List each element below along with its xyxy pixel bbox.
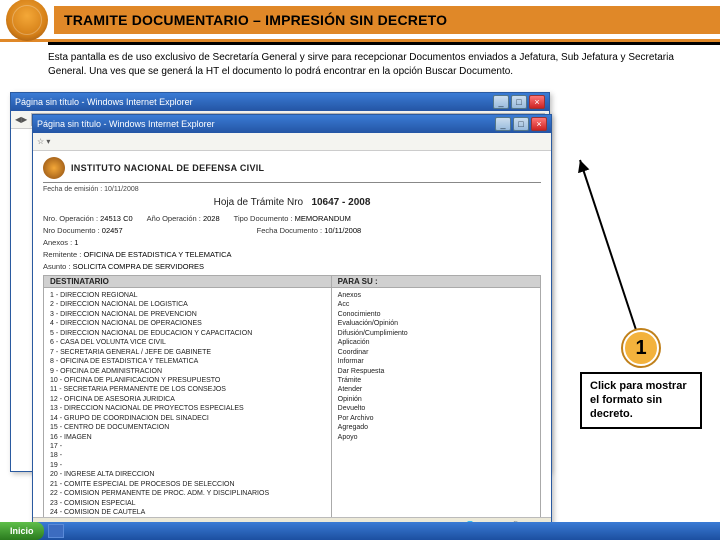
fdoc-value: 10/11/2008 <box>324 226 361 235</box>
ie-front-titlebar: Página sin título - Windows Internet Exp… <box>33 115 551 133</box>
dest-right-item: Devuelto <box>338 404 534 413</box>
op-value: 24513 C0 <box>100 214 133 223</box>
maximize-button[interactable]: □ <box>511 95 527 109</box>
dest-header-right: PARA SU : <box>332 276 384 287</box>
dest-right-item: Trámite <box>338 376 534 385</box>
fecha-emision-value: 10/11/2008 <box>104 186 139 193</box>
institution-logo-icon <box>43 157 65 179</box>
dest-left-item: 10 - OFICINA DE PLANIFICACION Y PRESUPUE… <box>50 376 325 385</box>
dest-left-item: 12 - OFICINA DE ASESORIA JURIDICA <box>50 395 325 404</box>
institution-title: INSTITUTO NACIONAL DE DEFENSA CIVIL <box>71 163 264 173</box>
anexos-label: Anexos : <box>43 238 72 247</box>
stage: Página sin título - Windows Internet Exp… <box>0 92 720 540</box>
dest-left-item: 5 - DIRECCION NACIONAL DE EDUCACION Y CA… <box>50 329 325 338</box>
hoja-title-pre: Hoja de Trámite Nro <box>214 197 303 208</box>
dest-body: 1 - DIRECCION REGIONAL2 - DIRECCION NACI… <box>43 288 541 533</box>
ie-back-titlebar: Página sin título - Windows Internet Exp… <box>11 93 549 111</box>
dest-right-item: Coordinar <box>338 348 534 357</box>
remitente-value: OFICINA DE ESTADISTICA Y TELEMATICA <box>83 250 231 259</box>
dest-left-item: 23 - COMISION ESPECIAL <box>50 499 325 508</box>
dest-right-item: Informar <box>338 357 534 366</box>
fdoc-label: Fecha Documento : <box>257 226 322 235</box>
dest-left-item: 22 - COMISION PERMANENTE DE PROC. ADM. Y… <box>50 489 325 498</box>
dest-right-item: Acc <box>338 300 534 309</box>
dest-left-item: 9 - OFICINA DE ADMINISTRACION <box>50 367 325 376</box>
dest-right-item: Aplicación <box>338 338 534 347</box>
dest-right-item: Atender <box>338 385 534 394</box>
dest-left-item: 4 - DIRECCION NACIONAL DE OPERACIONES <box>50 319 325 328</box>
callout-text: Click para mostrar el formato sin decret… <box>580 372 702 429</box>
dest-right-item: Evaluación/Opinión <box>338 319 534 328</box>
back-nav-icon[interactable]: ◀▶ <box>15 115 27 124</box>
maximize-button[interactable]: □ <box>513 117 529 131</box>
anexos-value: 1 <box>74 238 78 247</box>
dest-left-item: 13 - DIRECCION NACIONAL DE PROYECTOS ESP… <box>50 404 325 413</box>
dest-left-item: 18 - <box>50 451 325 460</box>
dest-right-item: Agregado <box>338 423 534 432</box>
tipo-label: Tipo Documento : <box>234 214 293 223</box>
start-button[interactable]: Inicio <box>0 522 44 540</box>
dest-right-item: Por Archivo <box>338 414 534 423</box>
dest-left-item: 20 - INGRESE ALTA DIRECCION <box>50 470 325 479</box>
dest-left-item: 1 - DIRECCION REGIONAL <box>50 291 325 300</box>
taskbar: Inicio <box>0 522 720 540</box>
dest-header: DESTINATARIO PARA SU : <box>43 275 541 288</box>
tipo-value: MEMORANDUM <box>295 214 351 223</box>
ano-value: 2028 <box>203 214 220 223</box>
dest-left-item: 11 - SECRETARIA PERMANENTE DE LOS CONSEJ… <box>50 385 325 394</box>
ie-front-window: Página sin título - Windows Internet Exp… <box>32 114 552 534</box>
dest-left-item: 19 - <box>50 461 325 470</box>
ie-front-body: INSTITUTO NACIONAL DE DEFENSA CIVIL Fech… <box>33 151 551 533</box>
fecha-emision-label: Fecha de emisión : <box>43 186 102 193</box>
dest-right-item: Apoyo <box>338 433 534 442</box>
toolbar-icon[interactable]: ☆ ▾ <box>37 137 50 146</box>
dest-list-right: AnexosAccConocimientoEvaluación/OpiniónD… <box>332 288 540 533</box>
dest-right-item: Anexos <box>338 291 534 300</box>
dest-right-item: Dar Respuesta <box>338 367 534 376</box>
close-button[interactable]: × <box>531 117 547 131</box>
asunto-label: Asunto : <box>43 262 71 271</box>
dest-left-item: 8 - OFICINA DE ESTADISTICA Y TELEMATICA <box>50 357 325 366</box>
minimize-button[interactable]: _ <box>495 117 511 131</box>
dest-right-item: Conocimiento <box>338 310 534 319</box>
dest-left-item: 15 - CENTRO DE DOCUMENTACION <box>50 423 325 432</box>
dest-list-left: 1 - DIRECCION REGIONAL2 - DIRECCION NACI… <box>44 288 332 533</box>
dest-left-item: 3 - DIRECCION NACIONAL DE PREVENCION <box>50 310 325 319</box>
dest-left-item: 14 - GRUPO DE COORDINACION DEL SINADECI <box>50 414 325 423</box>
ano-label: Año Operación : <box>147 214 201 223</box>
slide-description: Esta pantalla es de uso exclusivo de Sec… <box>0 45 720 88</box>
ie-front-title-text: Página sin título - Windows Internet Exp… <box>37 119 215 129</box>
asunto-value: SOLICITA COMPRA DE SERVIDORES <box>73 262 204 271</box>
dest-left-item: 17 - <box>50 442 325 451</box>
hoja-title: Hoja de Trámite Nro 10647 - 2008 <box>43 197 541 208</box>
ie-front-toolbar: ☆ ▾ <box>33 133 551 151</box>
callout: 1 Click para mostrar el formato sin decr… <box>580 330 702 429</box>
dest-left-item: 7 - SECRETARIA GENERAL / JEFE DE GABINET… <box>50 348 325 357</box>
minimize-button[interactable]: _ <box>493 95 509 109</box>
dest-right-item: Opinión <box>338 395 534 404</box>
slide-title: TRAMITE DOCUMENTARIO – IMPRESIÓN SIN DEC… <box>54 6 720 34</box>
dest-left-item: 2 - DIRECCION NACIONAL DE LOGISTICA <box>50 300 325 309</box>
close-button[interactable]: × <box>529 95 545 109</box>
doc-value: 02457 <box>102 226 123 235</box>
indeci-logo <box>6 0 48 41</box>
remitente-label: Remitente : <box>43 250 81 259</box>
dest-right-item: Difusión/Cumplimiento <box>338 329 534 338</box>
dest-header-left: DESTINATARIO <box>44 276 332 287</box>
ie-back-title-text: Página sin título - Windows Internet Exp… <box>15 97 193 107</box>
op-label: Nro. Operación : <box>43 214 98 223</box>
taskbar-item[interactable] <box>48 524 64 538</box>
dest-left-item: 6 - CASA DEL VOLUNTA VICE CIVIL <box>50 338 325 347</box>
doc-label: Nro Documento : <box>43 226 100 235</box>
callout-badge: 1 <box>623 330 659 366</box>
slide-header: TRAMITE DOCUMENTARIO – IMPRESIÓN SIN DEC… <box>0 0 720 42</box>
dest-left-item: 21 - COMITE ESPECIAL DE PROCESOS DE SELE… <box>50 480 325 489</box>
institution-header: INSTITUTO NACIONAL DE DEFENSA CIVIL <box>43 157 541 183</box>
dest-left-item: 16 - IMAGEN <box>50 433 325 442</box>
hoja-nro: 10647 - 2008 <box>311 197 370 208</box>
